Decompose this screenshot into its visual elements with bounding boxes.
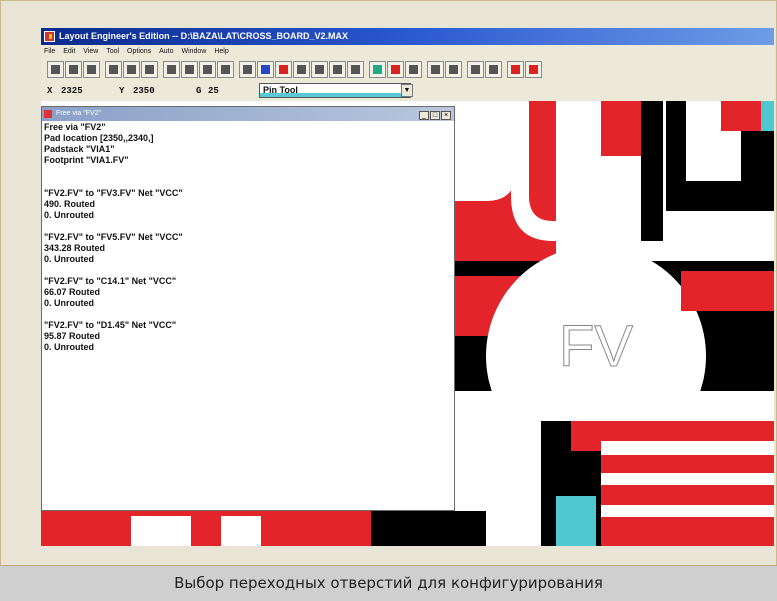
online-drc-button[interactable] [507, 61, 524, 78]
tool-select-highlight [260, 93, 410, 97]
menu-edit[interactable]: Edit [63, 48, 75, 55]
figure-caption: Выбор переходных отверстий для конфигури… [0, 566, 777, 601]
layer-button[interactable] [405, 61, 422, 78]
edit-button[interactable] [141, 61, 158, 78]
chevron-down-icon[interactable]: ▼ [401, 84, 413, 97]
report-line: 0. Unrouted [44, 298, 95, 308]
report-title: Free via "FV2" [56, 110, 102, 117]
report-line: Footprint "VIA1.FV" [44, 155, 129, 165]
report-line: Free via "FV2" [44, 122, 106, 132]
window-title: Layout Engineer's Edition -- D:\BAZA\LAT… [59, 31, 348, 41]
report-line: 0. Unrouted [44, 210, 95, 220]
spreadsheet-button[interactable] [387, 61, 404, 78]
refresh-button[interactable] [467, 61, 484, 78]
copper-area [601, 101, 641, 156]
copper-area [681, 271, 774, 311]
report-window[interactable]: Free via "FV2" _ □ × Free via "FV2" Pad lo… [41, 106, 455, 511]
print-button[interactable] [83, 61, 100, 78]
trace [741, 131, 774, 181]
report-line: 0. Unrouted [44, 254, 95, 264]
window-controls: _ □ × [418, 109, 451, 123]
report-line: "FV2.FV" to "C14.1" Net "VCC" [44, 276, 177, 286]
app-icon [44, 31, 55, 42]
report-line: Pad location [2350,,2340,] [44, 133, 154, 143]
pin-tool-button[interactable] [275, 61, 292, 78]
error-tool-button[interactable] [347, 61, 364, 78]
title-bar: Layout Engineer's Edition -- D:\BAZA\LAT… [41, 28, 774, 45]
zoom-fit-button[interactable] [217, 61, 234, 78]
report-line: 490. Routed [44, 199, 96, 209]
route-button[interactable] [427, 61, 444, 78]
report-title-bar[interactable]: Free via "FV2" _ □ × [42, 107, 454, 121]
tool-select[interactable]: Pin Tool [259, 83, 411, 98]
component-tool-button[interactable] [257, 61, 274, 78]
report-line: "FV2.FV" to "FV5.FV" Net "VCC" [44, 232, 183, 242]
autoroute-button[interactable] [485, 61, 502, 78]
minimize-icon[interactable]: _ [419, 111, 429, 120]
menu-bar: File Edit View Tool Options Auto Window … [41, 45, 774, 58]
report-line: "FV2.FV" to "FV3.FV" Net "VCC" [44, 188, 183, 198]
grid-value: 25 [208, 86, 219, 96]
connection-tool-button[interactable] [329, 61, 346, 78]
application-window: Layout Engineer's Edition -- D:\BAZA\LAT… [41, 28, 774, 546]
trace [641, 101, 663, 241]
menu-view[interactable]: View [83, 48, 98, 55]
toolbar [41, 58, 774, 82]
report-line: 95.87 Routed [44, 331, 101, 341]
menu-window[interactable]: Window [181, 48, 206, 55]
via-label: FV [559, 314, 633, 379]
close-icon[interactable]: × [441, 111, 451, 120]
maximize-icon[interactable]: □ [430, 111, 440, 120]
report-text[interactable]: Free via "FV2" Pad location [2350,,2340,… [44, 122, 452, 507]
save-button[interactable] [65, 61, 82, 78]
report-line [44, 166, 452, 177]
grid-button[interactable] [163, 61, 180, 78]
menu-help[interactable]: Help [214, 48, 228, 55]
zoom-in-button[interactable] [181, 61, 198, 78]
obstacle-tool-button[interactable] [293, 61, 310, 78]
menu-file[interactable]: File [44, 48, 55, 55]
report-line: 343.28 Routed [44, 243, 106, 253]
coordinate-bar: X 2325 Y 2350 G 25 Pin Tool ▼ [41, 82, 774, 101]
report-line [44, 265, 452, 276]
grid-label: G [196, 86, 202, 96]
zoom-out-button[interactable] [199, 61, 216, 78]
open-file-button[interactable] [47, 61, 64, 78]
find-button[interactable] [123, 61, 140, 78]
report-line [44, 177, 452, 188]
y-coordinate: 2350 [133, 86, 155, 96]
report-line [44, 221, 452, 232]
trace-highlight [556, 496, 596, 546]
report-line: "FV2.FV" to "D1.45" Net "VCC" [44, 320, 177, 330]
copper-area [41, 511, 371, 546]
text-tool-button[interactable] [311, 61, 328, 78]
trace-highlight [761, 101, 774, 131]
copper-area [571, 421, 601, 451]
report-line: Padstack "VIA1" [44, 144, 115, 154]
delete-button[interactable] [105, 61, 122, 78]
query-button[interactable] [239, 61, 256, 78]
color-settings-button[interactable] [369, 61, 386, 78]
menu-tool[interactable]: Tool [106, 48, 119, 55]
menu-options[interactable]: Options [127, 48, 151, 55]
x-label: X [47, 86, 53, 96]
report-line: 0. Unrouted [44, 342, 95, 352]
shove-button[interactable] [445, 61, 462, 78]
report-line [44, 309, 452, 320]
menu-auto[interactable]: Auto [159, 48, 173, 55]
y-label: Y [119, 86, 125, 96]
report-window-icon [44, 110, 52, 118]
figure-frame: Layout Engineer's Edition -- D:\BAZA\LAT… [0, 0, 777, 601]
reconnect-button[interactable] [525, 61, 542, 78]
x-coordinate: 2325 [61, 86, 83, 96]
trace-clearance [641, 391, 774, 409]
report-line: 66.07 Routed [44, 287, 101, 297]
